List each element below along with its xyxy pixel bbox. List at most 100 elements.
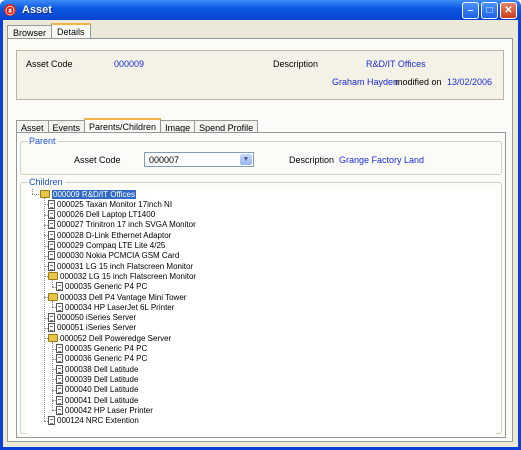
tree-node-label: 000028 D-Link Ethernet Adaptor <box>57 230 172 240</box>
tree-node-label: 000042 HP Laser Printer <box>65 405 153 415</box>
folder-icon <box>48 272 58 281</box>
document-icon <box>48 416 55 426</box>
parent-description-value: Grange Factory Land <box>339 155 425 165</box>
tree-node[interactable]: 000124 NRC Extention <box>48 416 139 426</box>
window-client: Browser Details Asset Code 000009 Descri… <box>3 20 518 447</box>
tree-connector <box>52 280 53 287</box>
document-icon <box>48 210 55 220</box>
modified-text: modified on <box>395 77 442 87</box>
tree-connector <box>52 301 53 308</box>
tree-node[interactable]: 000030 Nokia PCMCIA GSM Card <box>48 251 179 261</box>
tree-node[interactable]: 000052 Dell Poweredge Server <box>48 333 171 343</box>
tree-node[interactable]: 000027 Trinitron 17 inch SVGA Monitor <box>48 220 196 230</box>
tree-node[interactable]: 000026 Dell Laptop LT1400 <box>48 210 155 220</box>
outer-tab-strip: Browser Details <box>7 23 91 40</box>
tree-node-label: 000034 HP LaserJet 6L Printer <box>65 302 175 312</box>
asset-summary: Asset Code 000009 Description R&D/IT Off… <box>16 50 504 100</box>
tree-node[interactable]: 000039 Dell Latitude <box>56 374 138 384</box>
tree-node[interactable]: 000035 Generic P4 PC <box>56 344 147 354</box>
asset-code-label: Asset Code <box>26 59 73 69</box>
document-icon <box>48 241 55 250</box>
document-icon <box>56 364 63 374</box>
tree-node[interactable]: 000031 LG 15 inch Flatscreen Monitor <box>48 261 193 271</box>
tree-node[interactable]: 000036 Generic P4 PC <box>56 354 147 364</box>
window-title: Asset <box>22 4 52 16</box>
tree-node[interactable]: 000040 Dell Latitude <box>56 385 138 395</box>
asset-code-value: 000009 <box>114 59 145 69</box>
tree-node-label: 000030 Nokia PCMCIA GSM Card <box>57 251 180 261</box>
document-icon <box>56 302 63 312</box>
tree-connector <box>52 342 53 411</box>
parent-group: Parent Asset Code 000007 ▼ Description G… <box>20 136 502 175</box>
document-icon <box>48 251 55 261</box>
tree-node-label: 000031 LG 15 inch Flatscreen Monitor <box>57 261 194 271</box>
folder-icon <box>48 293 58 301</box>
document-icon <box>56 374 63 384</box>
tree-node[interactable]: 000041 Dell Latitude <box>56 395 138 405</box>
document-icon <box>48 261 55 271</box>
tree-node[interactable]: 000034 HP LaserJet 6L Printer <box>56 302 174 312</box>
parent-legend: Parent <box>27 136 58 146</box>
minimize-icon[interactable]: – <box>462 1 479 19</box>
document-icon <box>56 395 63 405</box>
tree-node-label: 000026 Dell Laptop LT1400 <box>57 210 156 220</box>
tab-parents-children[interactable]: Parents/Children <box>84 118 162 133</box>
tree-node-label: 000032 LG 15 inch Flatscreen Monitor <box>60 271 197 281</box>
document-icon <box>56 282 63 292</box>
document-icon <box>48 199 55 209</box>
folder-icon <box>48 334 58 343</box>
tree-node-label: 000124 NRC Extention <box>57 416 139 426</box>
details-panel: Asset Code 000009 Description R&D/IT Off… <box>7 38 513 442</box>
parent-asset-code-select[interactable]: 000007 ▼ <box>144 152 254 167</box>
asset-app-icon[interactable]: ⓐ <box>4 4 16 16</box>
tree-node[interactable]: 000050 iSeries Server <box>48 313 136 323</box>
document-icon <box>56 354 63 364</box>
tree-node-label: 000041 Dell Latitude <box>65 395 139 405</box>
tree-node-label: 000025 Taxan Monitor 17inch NI <box>57 199 173 209</box>
asset-window: ⓐ Asset – □ ✕ Browser Details Asset Code… <box>0 0 521 450</box>
document-icon <box>48 323 55 333</box>
tree-node[interactable]: 000042 HP Laser Printer <box>56 405 153 415</box>
parent-asset-code-value: 000007 <box>149 155 180 165</box>
tree-node-label: 000036 Generic P4 PC <box>65 354 148 364</box>
tree-node[interactable]: 000035 Generic P4 PC <box>56 282 147 292</box>
tree-node[interactable]: 000025 Taxan Monitor 17inch NI <box>48 199 172 209</box>
children-tree[interactable]: 000009 R&D/IT Offices 000025 Taxan Monito… <box>26 189 496 434</box>
tree-node-label: 000051 iSeries Server <box>57 323 137 333</box>
document-icon <box>56 405 63 415</box>
tree-node-label: 000027 Trinitron 17 inch SVGA Monitor <box>57 220 196 230</box>
tree-node-label: 000050 iSeries Server <box>57 313 137 323</box>
document-icon <box>48 230 55 240</box>
modified-user: Graham Hayden <box>332 77 399 87</box>
description-label: Description <box>273 59 319 69</box>
parent-asset-code-label: Asset Code <box>74 155 121 165</box>
title-bar[interactable]: ⓐ Asset – □ ✕ <box>0 0 521 20</box>
parents-children-panel: Parent Asset Code 000007 ▼ Description G… <box>16 132 506 438</box>
tree-node[interactable]: 000038 Dell Latitude <box>56 364 138 374</box>
tree-node[interactable]: 000051 iSeries Server <box>48 323 136 333</box>
tree-node[interactable]: 000029 Compaq LTE Lite 4/25 <box>48 241 165 251</box>
tree-node-label: 000009 R&D/IT Offices <box>52 189 136 199</box>
tree-node-label: 000038 Dell Latitude <box>65 364 139 374</box>
tree-node[interactable]: 000009 R&D/IT Offices <box>40 189 136 199</box>
tree-node-label: 000033 Dell P4 Vantage Mini Tower <box>60 292 187 302</box>
tree-node[interactable]: 000033 Dell P4 Vantage Mini Tower <box>48 292 186 302</box>
tree-node-label: 000029 Compaq LTE Lite 4/25 <box>57 241 166 250</box>
tree-connector <box>44 198 45 421</box>
modified-date: 13/02/2006 <box>447 77 493 87</box>
document-icon <box>56 385 63 395</box>
parent-description-label: Description <box>289 155 335 165</box>
tree-node-label: 000039 Dell Latitude <box>65 374 139 384</box>
document-icon <box>56 344 63 353</box>
tree-node[interactable]: 000032 LG 15 inch Flatscreen Monitor <box>48 271 196 281</box>
folder-icon <box>40 190 50 198</box>
tree-node-label: 000035 Generic P4 PC <box>65 344 148 353</box>
chevron-down-icon[interactable]: ▼ <box>240 154 252 165</box>
tree-node[interactable]: 000028 D-Link Ethernet Adaptor <box>48 230 171 240</box>
tree-node-label: 000035 Generic P4 PC <box>65 282 148 292</box>
close-icon[interactable]: ✕ <box>500 1 517 19</box>
tree-connector <box>32 194 39 195</box>
children-legend: Children <box>27 177 65 187</box>
description-value: R&D/IT Offices <box>366 59 426 69</box>
maximize-icon[interactable]: □ <box>481 1 498 19</box>
